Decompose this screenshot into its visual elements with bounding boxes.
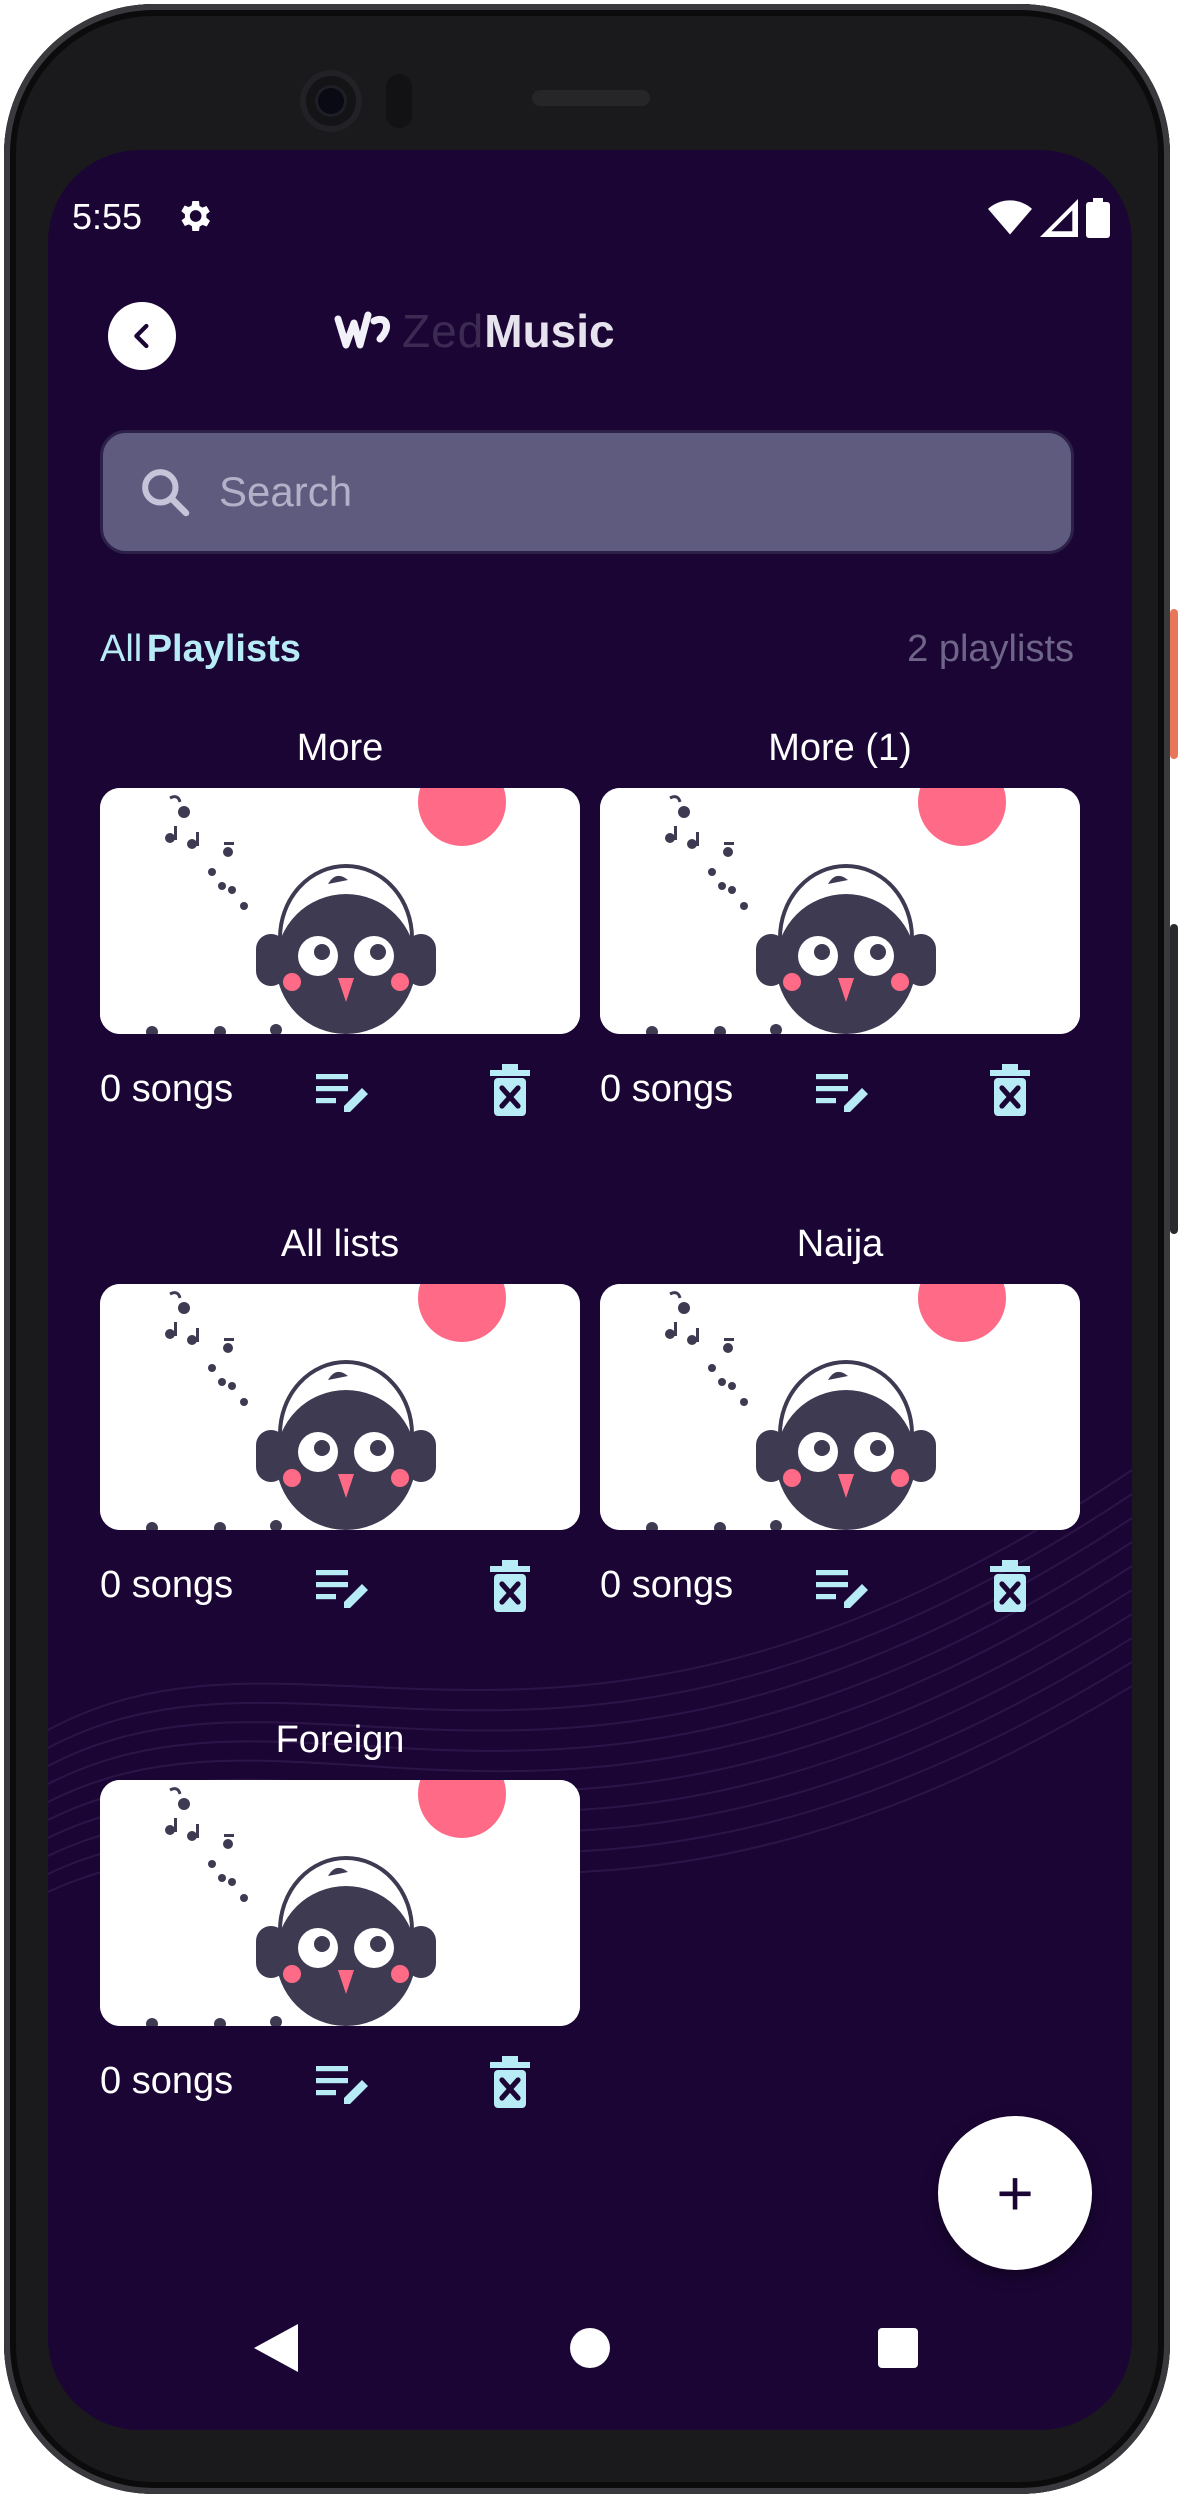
search-bar[interactable] [100,430,1074,554]
song-count: 0 songs [100,1564,234,1606]
status-bar: 5:55 [48,150,1132,270]
playlist-footer: 0 songs [600,1530,1080,1630]
playlist-footer: 0 songs [100,1530,580,1630]
playlist-title: Naija [796,1223,884,1265]
playlist-footer: 0 songs [100,2026,580,2126]
phone-frame: 5:55 Zed Music Search All Playlists 2 pl… [4,4,1178,2494]
delete-playlist-icon[interactable] [490,2056,530,2108]
edit-playlist-icon[interactable] [316,1566,372,1614]
music-bird-illustration [100,1284,580,1530]
delete-playlist-icon[interactable] [490,1560,530,1612]
playlist-artwork[interactable] [600,788,1080,1034]
search-icon [142,469,190,517]
playlist-footer: 0 songs [600,1034,1080,1134]
front-camera [300,70,362,132]
search-input[interactable] [217,467,1001,517]
playlist-title: More [296,727,384,769]
wifi-icon [988,200,1032,235]
status-time: 5:55 [72,196,143,237]
playlist-card[interactable]: All lists 0 songs [100,1216,580,1630]
playlist-artwork[interactable] [100,1284,580,1530]
edit-playlist-icon[interactable] [816,1566,872,1614]
song-count: 0 songs [600,1068,734,1110]
playlist-artwork[interactable] [600,1284,1080,1530]
section-playlists-label: Playlists [146,628,301,670]
edit-playlist-icon[interactable] [816,1070,872,1118]
power-button [1170,609,1178,759]
volume-button [1170,924,1178,1234]
plus-icon: + [996,2157,1034,2229]
playlist-title: More (1) [768,727,912,769]
song-count: 0 songs [600,1564,734,1606]
section-header: All Playlists 2 playlists [100,628,1074,678]
playlist-card[interactable]: More (1) 0 songs [600,720,1080,1134]
status-icons [988,198,1110,238]
section-all-label: All [100,628,143,670]
playlist-title: Foreign [275,1719,405,1761]
song-count: 0 songs [100,2060,234,2102]
system-nav-bar [48,2300,1132,2400]
music-bird-illustration [100,1780,580,2026]
playlist-artwork[interactable] [100,788,580,1034]
logo-text-zed: Zed [402,305,485,357]
logo-text-music: Music [484,305,615,357]
logo-mark-icon [334,311,390,349]
delete-playlist-icon[interactable] [990,1560,1030,1612]
music-bird-illustration [100,788,580,1034]
playlist-count: 2 playlists [907,628,1074,670]
delete-playlist-icon[interactable] [990,1064,1030,1116]
app-logo: Zed Music [334,304,615,358]
playlist-card[interactable]: More 0 songs [100,720,580,1134]
gear-icon [181,201,210,231]
playlist-footer: 0 songs [100,1034,580,1134]
delete-playlist-icon[interactable] [490,1064,530,1116]
playlist-title: All lists [280,1223,400,1265]
back-button[interactable] [108,302,176,370]
playlist-card[interactable]: Naija 0 songs [600,1216,1080,1630]
app-header: Zed Music [48,280,1132,400]
edit-playlist-icon[interactable] [316,1070,372,1118]
cell-signal-icon [1040,199,1078,237]
earpiece-speaker [532,90,650,106]
app-screen: 5:55 Zed Music Search All Playlists 2 pl… [48,150,1132,2430]
nav-back-icon[interactable] [254,2324,298,2372]
add-playlist-button[interactable]: + [938,2116,1092,2270]
music-bird-illustration [600,1284,1080,1530]
battery-icon [1086,198,1110,238]
nav-recents-icon[interactable] [878,2328,918,2368]
song-count: 0 songs [100,1068,234,1110]
playlist-card[interactable]: Foreign 0 songs [100,1712,580,2126]
playlist-artwork[interactable] [100,1780,580,2026]
edit-playlist-icon[interactable] [316,2062,372,2110]
nav-home-icon[interactable] [570,2328,610,2368]
proximity-sensor [386,74,412,128]
chevron-left-icon [134,323,149,349]
music-bird-illustration [600,788,1080,1034]
